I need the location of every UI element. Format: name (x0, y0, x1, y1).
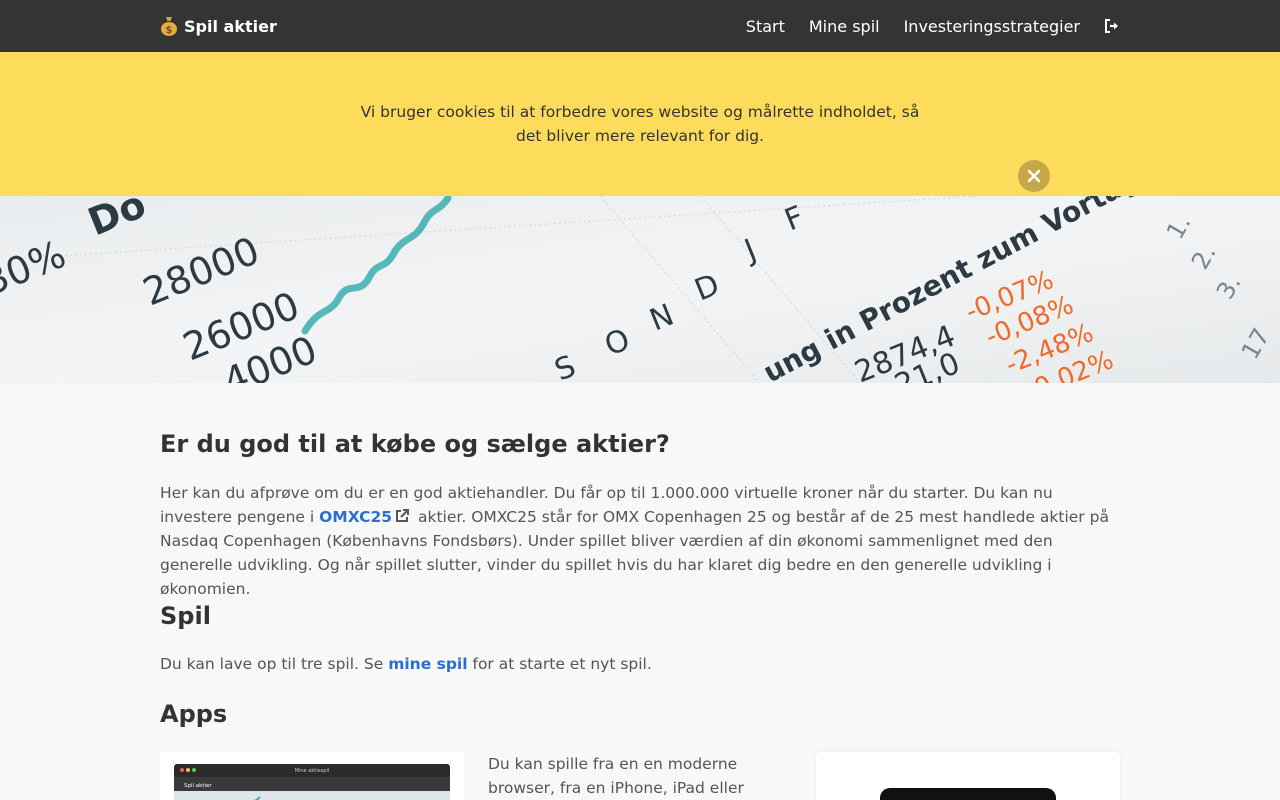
browser-app-screenshot: Mine aktiespil Spil aktier (160, 752, 464, 800)
hero-image: 30% 28000 26000 4000 Do S O N D J F ung … (0, 196, 1280, 383)
phone-mockup (880, 788, 1056, 800)
apps-heading: Apps (160, 700, 228, 728)
nav-links: Start Mine spil Investeringsstrategier (722, 14, 1120, 38)
brand-name: Spil aktier (184, 16, 277, 36)
nav-mine-spil[interactable]: Mine spil (809, 17, 880, 36)
cookie-text: Vi bruger cookies til at forbedre vores … (360, 103, 920, 145)
logout-icon[interactable] (1104, 18, 1120, 34)
external-link-icon[interactable] (394, 508, 410, 524)
close-icon (1027, 169, 1041, 183)
omxc25-link[interactable]: OMXC25 (319, 508, 392, 526)
brand-link[interactable]: $ Spil aktier (160, 14, 277, 38)
nav-investeringsstrategier[interactable]: Investeringsstrategier (904, 17, 1080, 36)
apps-description: Du kan spille fra en en moderne browser,… (488, 755, 744, 797)
cookie-close-button[interactable] (1018, 160, 1050, 192)
cookie-banner: Vi bruger cookies til at forbedre vores … (0, 52, 1280, 196)
mine-spil-link[interactable]: mine spil (388, 655, 467, 673)
spil-heading: Spil (160, 602, 211, 630)
page-title: Er du god til at købe og sælge aktier? (160, 430, 670, 458)
mockup-brand: Spil aktier (184, 783, 212, 789)
mockup-title: Mine aktiespil (295, 768, 329, 774)
money-bag-icon: $ (161, 17, 177, 36)
nav-start[interactable]: Start (746, 17, 785, 36)
top-navbar: $ Spil aktier Start Mine spil Investerin… (0, 0, 1280, 52)
svg-text:$: $ (166, 25, 173, 36)
spil-text-2: for at starte et nyt spil. (467, 655, 652, 673)
browser-mockup: Mine aktiespil Spil aktier (174, 764, 450, 800)
spil-text-1: Du kan lave op til tre spil. Se (160, 655, 389, 673)
intro-paragraph: Her kan du afprøve om du er en god aktie… (160, 481, 1120, 601)
phone-app-card (816, 752, 1120, 800)
stock-chart-photo: 30% 28000 26000 4000 Do S O N D J F ung … (0, 196, 1280, 383)
spil-paragraph: Du kan lave op til tre spil. Se mine spi… (160, 652, 652, 676)
